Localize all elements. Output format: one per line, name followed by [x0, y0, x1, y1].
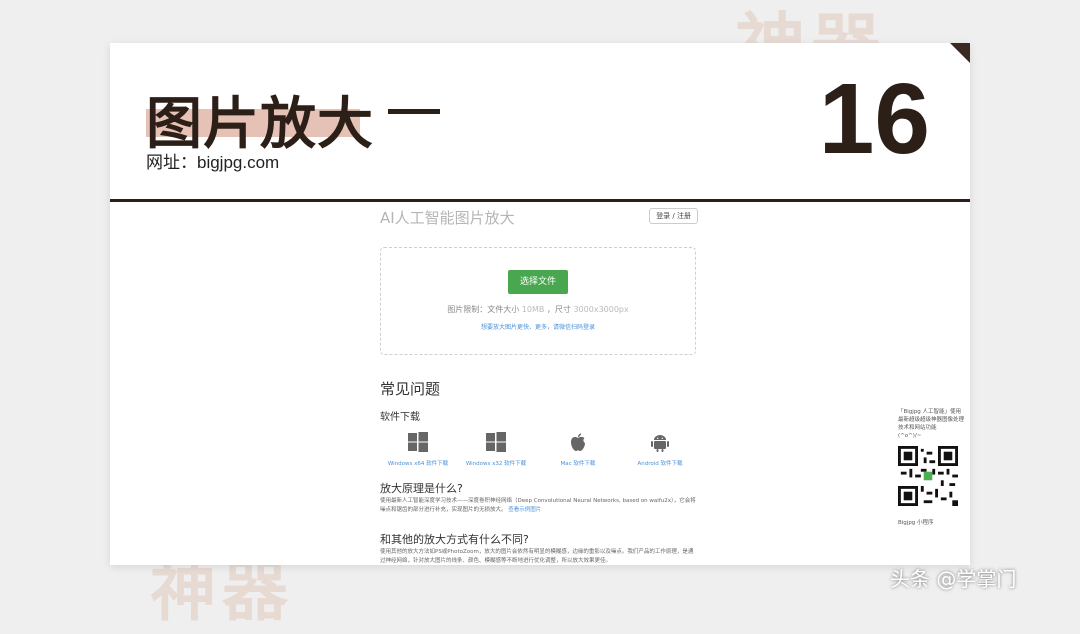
- sidebar-panel: 「Bigjpg 人工智能」使用最新超级超级神器图像处理技术和网站功能 (^o^)…: [898, 408, 964, 526]
- sidebar-description: 「Bigjpg 人工智能」使用最新超级超级神器图像处理技术和网站功能: [898, 409, 965, 431]
- limit-sep: ，尺寸: [546, 305, 571, 314]
- faq-answer-principle: 使用最新人工智能深度学习技术——深度卷积神经网络（Deep Convolutio…: [380, 497, 696, 515]
- limit-dims: 3000x3000px: [573, 305, 629, 314]
- download-windows-x32[interactable]: Windows x32 软件下载: [456, 431, 536, 467]
- site-title: AI人工智能图片放大: [380, 209, 515, 227]
- windows-icon: [408, 432, 428, 452]
- upload-tip-link[interactable]: 想要放大图片更快、更多，请微信扫码登录: [381, 322, 695, 331]
- faq-answer-difference: 使用其他的放大方法如PS或PhotoZoom，放大的图片会依然有明显的模糊感，边…: [380, 549, 694, 564]
- sidebar-bottom-label: Bigjpg 小程序: [898, 520, 934, 526]
- slide-header: 图片放大 网址：bigjpg.com 16: [110, 43, 970, 201]
- sidebar-code: (^o^)/~: [898, 433, 922, 439]
- example-link[interactable]: 查看示例图片: [508, 507, 541, 513]
- download-label: Windows x64 软件下载: [387, 461, 449, 467]
- upload-area[interactable]: 选择文件 图片限制：文件大小 10MB ，尺寸 3000x3000px 想要放大…: [380, 247, 696, 355]
- slide-number: 16: [818, 63, 930, 175]
- website-url: 网址：bigjpg.com: [146, 153, 280, 172]
- slide-card: 图片放大 网址：bigjpg.com 16 AI人工智能图片放大 登录 / 注册…: [110, 43, 970, 565]
- limit-size: 10MB: [521, 305, 545, 314]
- download-label: Mac 软件下载: [560, 461, 596, 467]
- windows-icon: [486, 432, 506, 452]
- download-windows-x64[interactable]: Windows x64 软件下载: [378, 431, 458, 467]
- download-label: Android 软件下载: [637, 461, 683, 467]
- faq-question-difference: 和其他的放大方式有什么不同?: [380, 533, 529, 546]
- login-button[interactable]: 登录 / 注册: [649, 208, 698, 224]
- download-mac[interactable]: Mac 软件下载: [538, 431, 618, 467]
- select-file-button[interactable]: 选择文件: [508, 270, 568, 294]
- qr-code-icon[interactable]: [898, 446, 958, 506]
- faq-title: 常见问题: [380, 380, 441, 398]
- download-list: Windows x64 软件下载 Windows x32 软件下载 Mac 软件…: [378, 431, 698, 473]
- download-label: Windows x32 软件下载: [465, 461, 527, 467]
- header-divider: [110, 199, 970, 202]
- download-title: 软件下载: [380, 412, 420, 423]
- title-dash: [388, 109, 440, 114]
- android-icon: [651, 435, 669, 452]
- limit-prefix: 图片限制：文件大小: [447, 305, 520, 314]
- download-android[interactable]: Android 软件下载: [620, 431, 700, 467]
- faq-question-principle: 放大原理是什么?: [380, 482, 463, 495]
- upload-limits: 图片限制：文件大小 10MB ，尺寸 3000x3000px: [381, 304, 695, 315]
- website-screenshot: AI人工智能图片放大 登录 / 注册 选择文件 图片限制：文件大小 10MB ，…: [378, 203, 698, 565]
- watermark: 头条 @学掌门: [890, 567, 1017, 591]
- apple-icon: [571, 433, 585, 451]
